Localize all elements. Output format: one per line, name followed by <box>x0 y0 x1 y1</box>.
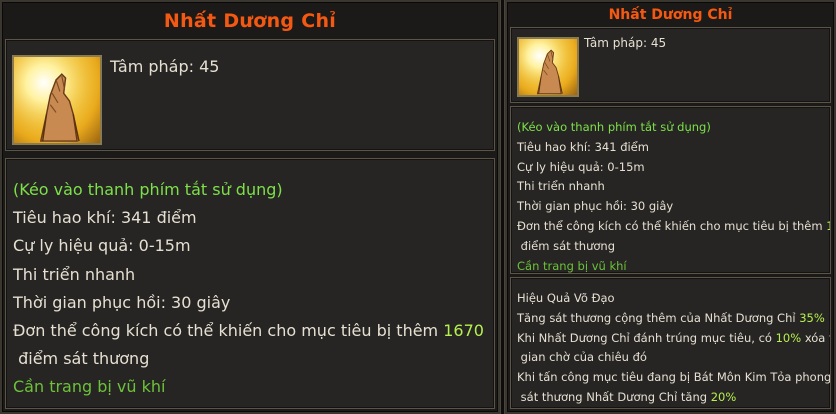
skill-title: Nhất Dương Chỉ <box>163 10 337 32</box>
cast-line: Thi triển nhanh <box>13 264 136 284</box>
skill-header-section: Tâm pháp: 45 <box>5 39 495 151</box>
requirement-line: Cần trang bị vũ khí <box>517 258 627 273</box>
vo-dao-line-2: Khi Nhất Dương Chỉ đánh trúng mục tiêu, … <box>517 330 830 345</box>
usage-hint: (Kéo vào thanh phím tắt sử dụng) <box>517 120 711 134</box>
range-line: Cự ly hiệu quả: 0-15m <box>13 236 191 256</box>
skill-tooltip-small: Nhất Dương Chỉ Tâm pháp: 45 (Kéo vào tha… <box>505 0 836 414</box>
vo-dao-line-1: Tăng sát thương cộng thêm của Nhất Dương… <box>517 310 825 325</box>
range-line: Cự ly hiệu quả: 0-15m <box>517 159 645 174</box>
skill-header-section: Tâm pháp: 45 <box>510 27 831 103</box>
cast-line: Thi triển nhanh <box>517 179 605 194</box>
effect-value: 1670 <box>443 321 484 341</box>
cost-line: Tiêu hao khí: 341 điểm <box>13 208 197 228</box>
vo-dao-value-2: 10% <box>775 330 802 345</box>
vo-dao-section: Hiệu Quả Võ Đạo Tăng sát thương cộng thê… <box>510 277 831 409</box>
skill-detail-section: (Kéo vào thanh phím tắt sử dụng) Tiêu ha… <box>510 106 831 274</box>
tam-phap-label: Tâm pháp: 45 <box>584 36 667 50</box>
vo-dao-line-2-cont: gian chờ của chiêu đó <box>520 350 647 365</box>
skill-detail-section: (Kéo vào thanh phím tắt sử dụng) Tiêu ha… <box>5 158 495 409</box>
usage-hint: (Kéo vào thanh phím tắt sử dụng) <box>13 180 283 199</box>
effect-line: Đơn thể công kích có thể khiến cho mục t… <box>13 321 484 341</box>
vo-dao-heading: Hiệu Quả Võ Đạo <box>517 291 615 305</box>
effect-line-cont: điểm sát thương <box>520 238 615 253</box>
effect-line-cont: điểm sát thương <box>18 349 150 369</box>
praying-hand-icon <box>12 55 102 145</box>
tam-phap-label: Tâm pháp: 45 <box>110 57 220 76</box>
effect-line: Đơn thể công kích có thể khiến cho mục t… <box>517 217 830 237</box>
cost-line: Tiêu hao khí: 341 điểm <box>517 139 649 154</box>
vo-dao-value-1: 35% <box>799 310 825 325</box>
vo-dao-line-3: Khi tấn công mục tiêu đang bị Bát Môn Ki… <box>517 370 831 385</box>
cooldown-line: Thời gian phục hồi: 30 giây <box>13 292 231 312</box>
vo-dao-value-3: 20% <box>710 389 737 404</box>
praying-hand-icon <box>517 37 579 97</box>
vo-dao-line-3-cont: sát thương Nhất Dương Chỉ tăng 20% <box>520 389 737 404</box>
skill-title: Nhất Dương Chỉ <box>608 7 733 23</box>
requirement-line: Cần trang bị vũ khí <box>13 377 166 397</box>
skill-tooltip-large: Nhất Dương Chỉ Tâm pháp: 45 (Kéo vào tha… <box>0 0 500 414</box>
cooldown-line: Thời gian phục hồi: 30 giây <box>517 199 674 214</box>
effect-value: 1670 <box>826 219 830 233</box>
